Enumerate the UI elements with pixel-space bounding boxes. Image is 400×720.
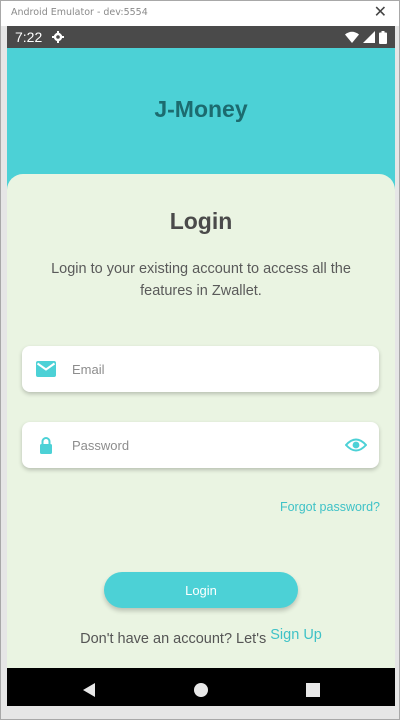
email-field xyxy=(22,346,379,392)
password-field xyxy=(22,422,379,468)
recents-icon[interactable] xyxy=(305,682,321,698)
signal-icon xyxy=(363,31,375,43)
home-icon[interactable] xyxy=(193,682,209,698)
signup-row: Don't have an account? Let's Sign Up xyxy=(7,627,395,647)
nav-bar xyxy=(7,668,395,706)
signup-link[interactable]: Sign Up xyxy=(270,627,322,643)
email-input[interactable] xyxy=(72,346,332,392)
battery-icon xyxy=(379,30,387,44)
page-title: Login xyxy=(169,208,233,234)
forgot-password-link[interactable]: Forgot password? xyxy=(280,500,380,514)
status-bar: 7:22 xyxy=(7,26,395,48)
lock-icon xyxy=(40,437,52,454)
login-sheet: Login Login to your existing account to … xyxy=(7,174,395,694)
login-button[interactable]: Login xyxy=(104,572,298,608)
password-input[interactable] xyxy=(72,422,332,468)
emulator-window: Android Emulator - dev:5554 ✕ 7:22 J-Mon… xyxy=(0,0,400,720)
login-description: Login to your existing account to access… xyxy=(51,261,351,299)
window-titlebar: Android Emulator - dev:5554 ✕ xyxy=(1,1,399,26)
close-icon[interactable]: ✕ xyxy=(374,4,387,20)
eye-icon[interactable] xyxy=(345,437,367,453)
status-icons xyxy=(345,30,387,44)
status-time: 7:22 xyxy=(15,29,43,45)
window-title: Android Emulator - dev:5554 xyxy=(11,7,148,18)
settings-icon xyxy=(52,31,64,43)
app-brand: J-Money xyxy=(154,96,248,122)
mail-icon xyxy=(36,361,56,377)
device-screen: 7:22 J-Money Login Login to your existin… xyxy=(7,26,395,706)
app-screen: J-Money Login Login to your existing acc… xyxy=(7,48,395,694)
wifi-icon xyxy=(345,31,359,43)
signup-prompt: Don't have an account? Let's xyxy=(80,631,267,647)
back-icon[interactable] xyxy=(81,682,97,698)
